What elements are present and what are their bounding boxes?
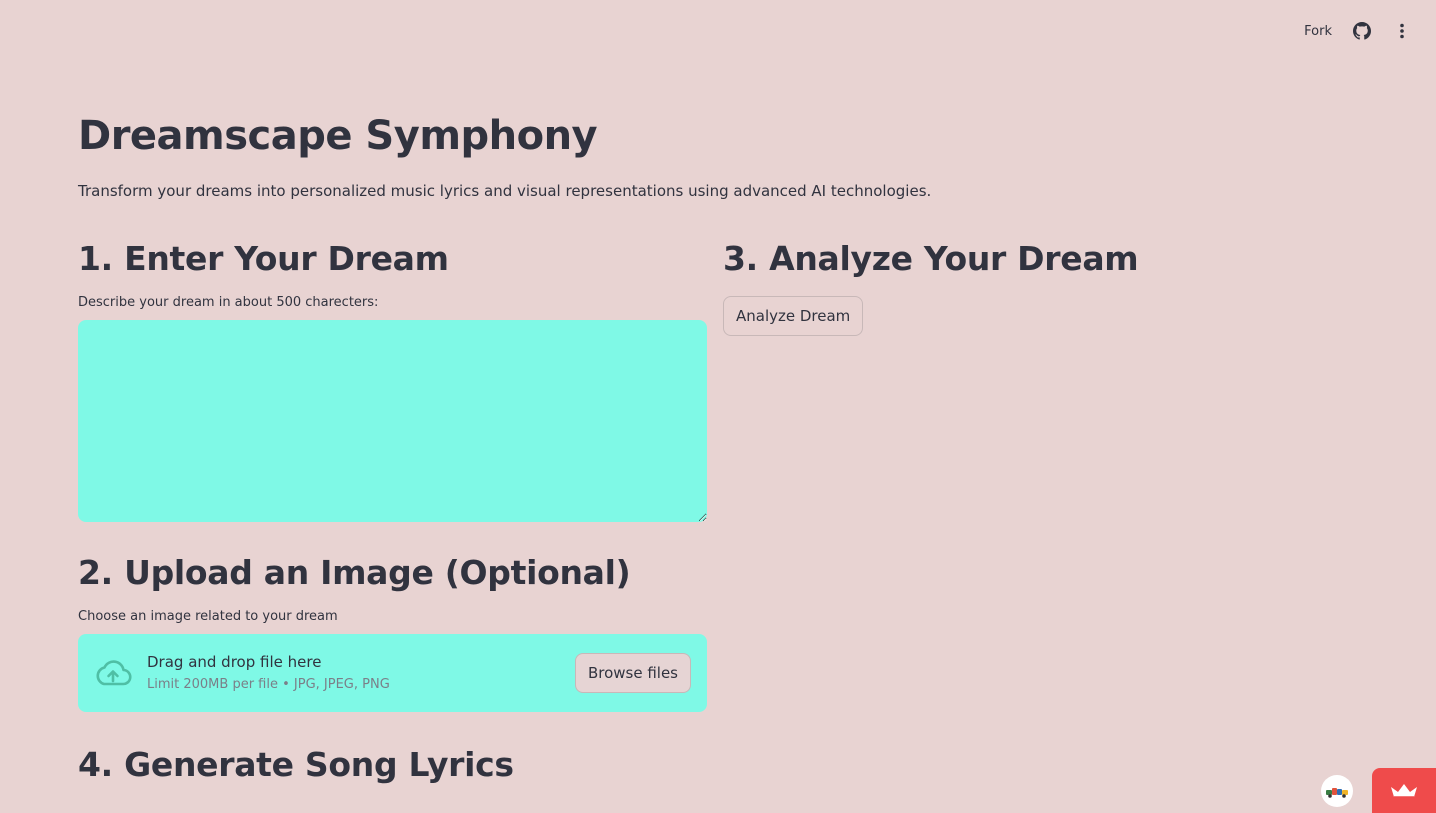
- header-toolbar: Fork: [1304, 18, 1412, 44]
- columns: 1. Enter Your Dream Describe your dream …: [78, 236, 1358, 813]
- page-title: Dreamscape Symphony: [78, 113, 598, 159]
- dream-input-label: Describe your dream in about 500 charect…: [78, 295, 379, 310]
- fork-button[interactable]: Fork: [1304, 24, 1332, 39]
- app-page: Fork Dreamscape Symphony Transform your …: [0, 0, 1436, 813]
- right-column: 3. Analyze Your Dream Analyze Dream: [723, 236, 1352, 336]
- step2-heading: 2. Upload an Image (Optional): [78, 553, 631, 592]
- left-column: 1. Enter Your Dream Describe your dream …: [78, 236, 707, 788]
- dropzone-limit: Limit 200MB per file • JPG, JPEG, PNG: [147, 677, 390, 692]
- avatar[interactable]: [1321, 775, 1353, 807]
- kebab-menu-icon[interactable]: [1392, 21, 1412, 41]
- dropzone-text: Drag and drop file here Limit 200MB per …: [147, 652, 575, 694]
- streamlit-badge[interactable]: [1372, 768, 1436, 813]
- github-icon[interactable]: [1352, 21, 1372, 41]
- step3-heading: 3. Analyze Your Dream: [723, 239, 1139, 278]
- page-subtitle: Transform your dreams into personalized …: [78, 182, 932, 200]
- image-upload-label: Choose an image related to your dream: [78, 609, 338, 624]
- browse-files-button[interactable]: Browse files: [574, 653, 691, 693]
- step1-heading: 1. Enter Your Dream: [78, 239, 449, 278]
- step4-heading: 4. Generate Song Lyrics: [78, 745, 514, 784]
- main-content: Dreamscape Symphony Transform your dream…: [78, 108, 1358, 813]
- crown-icon: [1391, 783, 1417, 798]
- file-dropzone[interactable]: Drag and drop file here Limit 200MB per …: [78, 634, 707, 712]
- cloud-upload-icon: [94, 659, 132, 687]
- dream-textarea[interactable]: [78, 320, 707, 522]
- analyze-dream-button[interactable]: Analyze Dream: [723, 296, 864, 336]
- dropzone-instruction: Drag and drop file here: [147, 653, 322, 671]
